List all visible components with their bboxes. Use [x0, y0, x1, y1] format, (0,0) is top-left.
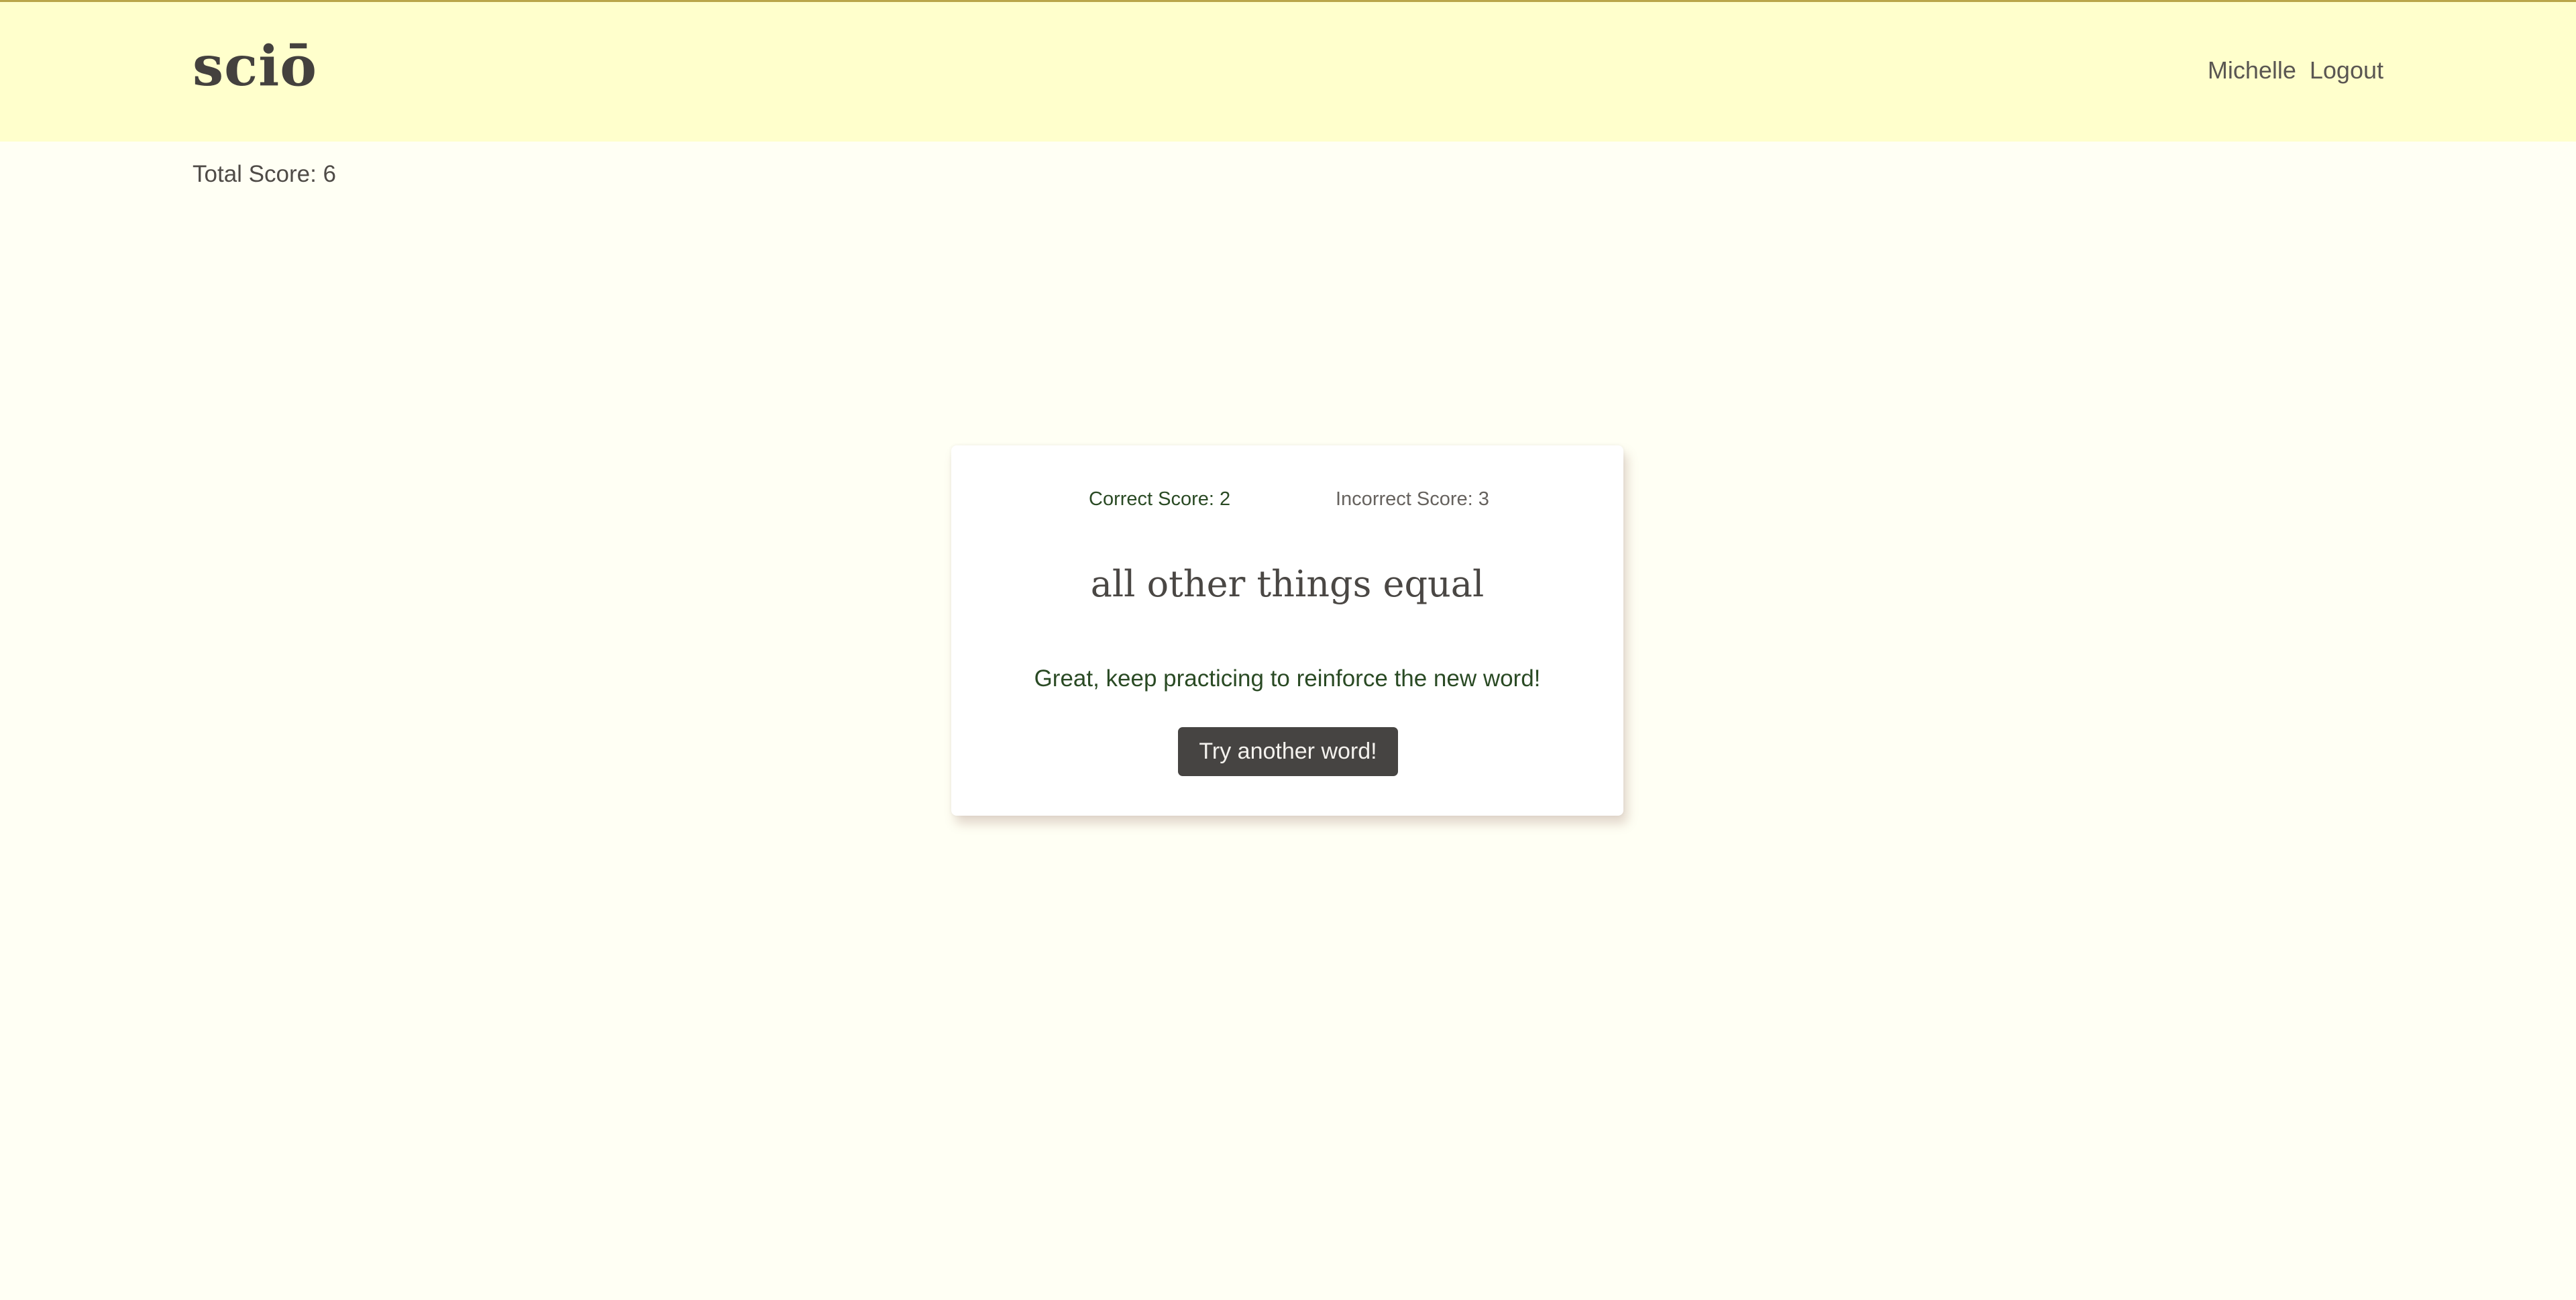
incorrect-score: Incorrect Score: 3: [1336, 488, 1489, 510]
total-score: Total Score: 6: [193, 161, 336, 187]
app-logo[interactable]: sciō: [193, 39, 317, 94]
try-another-word-button[interactable]: Try another word!: [1178, 727, 1398, 776]
quiz-word: all other things equal: [1090, 563, 1485, 605]
correct-score: Correct Score: 2: [1089, 488, 1231, 510]
top-header: sciō Michelle Logout: [0, 0, 2576, 142]
user-name-link[interactable]: Michelle: [2208, 58, 2296, 83]
logout-link[interactable]: Logout: [2310, 58, 2383, 83]
score-row: Correct Score: 2 Incorrect Score: 3: [951, 490, 1623, 517]
quiz-result-card: Correct Score: 2 Incorrect Score: 3 all …: [951, 445, 1623, 816]
feedback-message: Great, keep practicing to reinforce the …: [1034, 665, 1541, 692]
user-nav: Michelle Logout: [2208, 58, 2383, 83]
